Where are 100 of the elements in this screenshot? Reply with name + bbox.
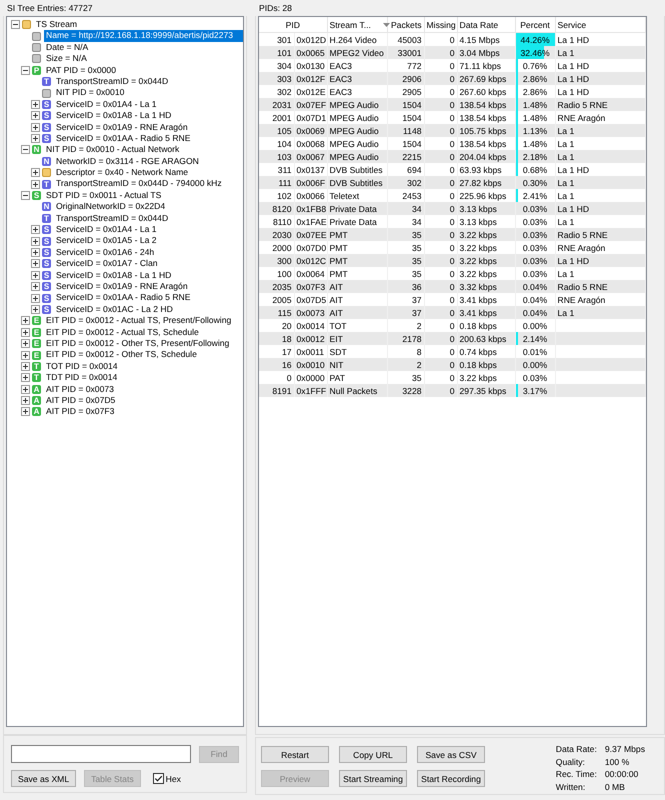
expand-toggle[interactable] <box>21 384 30 394</box>
tree-item[interactable]: Size = N/A <box>44 53 243 65</box>
action-button[interactable]: Save as XML <box>11 770 76 787</box>
table-cell: 3.22 kbps <box>457 228 516 241</box>
tree-item[interactable]: ServiceID = 0x01A9 - RNE Aragón <box>54 280 243 292</box>
tree-item[interactable]: OriginalNetworkID = 0x22D4 <box>54 201 243 213</box>
tree-item[interactable]: ServiceID = 0x01A9 - RNE Aragón <box>54 122 243 133</box>
action-button[interactable]: Save as CSV <box>417 746 485 763</box>
expand-toggle[interactable] <box>31 270 40 280</box>
expand-toggle[interactable] <box>31 294 40 303</box>
column-header[interactable]: Service <box>555 17 646 32</box>
letter-badge: E <box>32 350 41 360</box>
tree-item[interactable]: SDT PID = 0x0011 - Actual TS <box>44 190 243 202</box>
expand-toggle[interactable] <box>21 407 30 416</box>
tree-item[interactable]: ServiceID = 0x01A8 - La 1 HD <box>54 110 243 122</box>
expand-toggle[interactable] <box>21 362 30 371</box>
column-header[interactable]: Packets <box>387 17 424 32</box>
letter-badge: S <box>32 191 41 200</box>
tree-item[interactable]: ServiceID = 0x01A4 - La 1 <box>54 224 243 236</box>
expand-toggle[interactable] <box>21 316 30 326</box>
expand-toggle[interactable] <box>21 339 30 348</box>
stat-label: Data Rate: <box>556 744 597 756</box>
tree-item[interactable]: TransportStreamID = 0x044D - 794000 kHz <box>54 178 243 190</box>
tree-item[interactable]: ServiceID = 0x01A7 - Clan <box>54 258 243 270</box>
tree-item[interactable]: TOT PID = 0x0014 <box>44 360 243 372</box>
sort-arrow-icon <box>382 23 390 28</box>
table-cell: 0x07EE <box>294 228 328 241</box>
tree-item[interactable]: EIT PID = 0x0012 - Actual TS, Present/Following <box>44 315 243 327</box>
expand-toggle[interactable] <box>31 100 40 109</box>
table-cell: 3.22 kbps <box>457 254 516 267</box>
expand-toggle[interactable] <box>31 259 40 268</box>
table-cell: 0x012F <box>294 72 328 85</box>
tree-item[interactable]: NIT PID = 0x0010 - Actual Network <box>44 144 243 156</box>
stat-value: 00:00:00 <box>604 769 640 781</box>
tree-item[interactable]: ServiceID = 0x01AA - Radio 5 RNE <box>54 292 243 304</box>
percent-text: 0.04% <box>522 282 548 292</box>
tree-item[interactable]: TDT PID = 0x0014 <box>44 372 243 384</box>
expand-toggle[interactable] <box>21 396 30 406</box>
tree-item[interactable]: PAT PID = 0x0000 <box>44 64 243 76</box>
tree-item[interactable]: EIT PID = 0x0012 - Other TS, Present/Following <box>44 338 243 350</box>
tree-item[interactable]: TS Stream <box>34 19 243 30</box>
tree-item[interactable]: ServiceID = 0x01A4 - La 1 <box>54 98 243 110</box>
tree-item[interactable]: EIT PID = 0x0012 - Actual TS, Schedule <box>44 326 243 338</box>
table-cell: 0x006F <box>294 176 328 189</box>
expand-toggle[interactable] <box>31 248 40 257</box>
expand-toggle[interactable] <box>21 350 30 360</box>
table-cell: La 1 HD <box>555 202 646 215</box>
action-button[interactable]: Start Recording <box>417 770 485 787</box>
table-cell: 2215 <box>387 150 424 163</box>
table-cell: 0x1FB8 <box>294 202 328 215</box>
tree-item[interactable]: AIT PID = 0x07D5 <box>44 394 243 406</box>
tree-item[interactable]: TransportStreamID = 0x044D <box>54 76 243 88</box>
percent-text: 0.03% <box>522 230 548 240</box>
expand-toggle[interactable] <box>21 328 30 337</box>
search-field[interactable] <box>11 745 191 763</box>
tree-item[interactable]: ServiceID = 0x01AC - La 2 HD <box>54 304 243 316</box>
column-header[interactable]: Missing <box>424 17 458 32</box>
tree-item[interactable]: Date = N/A <box>44 42 243 54</box>
expand-toggle[interactable] <box>31 282 40 292</box>
tree-item[interactable]: ServiceID = 0x01AA - Radio 5 RNE <box>54 132 243 144</box>
expand-toggle[interactable] <box>31 304 40 314</box>
tree-item[interactable]: NIT PID = 0x0010 <box>54 87 243 99</box>
expand-toggle[interactable] <box>31 236 40 246</box>
table-cell: 115 <box>259 306 294 319</box>
expand-toggle[interactable] <box>31 180 40 189</box>
column-header[interactable]: Percent <box>515 17 556 32</box>
percent-text: 2.14% <box>522 334 548 344</box>
table-cell: 34 <box>387 202 424 215</box>
expand-toggle[interactable] <box>31 111 40 120</box>
tree-item[interactable]: AIT PID = 0x07F3 <box>44 406 243 418</box>
tree-item[interactable]: TransportStreamID = 0x044D <box>54 212 243 224</box>
table-cell: 33001 <box>387 46 424 59</box>
column-header[interactable]: Data Rate <box>457 17 516 32</box>
action-button[interactable]: Start Streaming <box>339 770 407 787</box>
column-header[interactable]: PID <box>259 17 328 32</box>
action-button[interactable]: Restart <box>261 746 329 763</box>
tree-item[interactable]: ServiceID = 0x01A8 - La 1 HD <box>54 270 243 281</box>
expand-toggle[interactable] <box>31 122 40 132</box>
tree-item[interactable]: AIT PID = 0x0073 <box>44 384 243 395</box>
tree-item[interactable]: Name = http://192.168.1.18:9999/abertis/pid2273 <box>44 30 243 42</box>
collapse-toggle[interactable] <box>21 191 30 200</box>
tree-item[interactable]: NetworkID = 0x3114 - RGE ARAGON <box>54 156 243 168</box>
action-button[interactable]: Copy URL <box>339 746 407 763</box>
expand-toggle[interactable] <box>31 134 40 144</box>
letter-badge: E <box>32 339 41 348</box>
hex-checkbox[interactable] <box>152 773 164 784</box>
letter-badge: S <box>42 270 51 280</box>
tree-item[interactable]: Descriptor = 0x40 - Network Name <box>54 167 243 178</box>
expand-toggle[interactable] <box>31 168 40 178</box>
expand-toggle[interactable] <box>31 225 40 234</box>
collapse-toggle[interactable] <box>11 20 20 30</box>
expand-toggle[interactable] <box>21 373 30 382</box>
collapse-toggle[interactable] <box>21 145 30 154</box>
letter-badge: T <box>32 373 41 382</box>
tree-item[interactable]: EIT PID = 0x0012 - Other TS, Schedule <box>44 349 243 361</box>
collapse-toggle[interactable] <box>21 66 30 75</box>
tree-item[interactable]: ServiceID = 0x01A5 - La 2 <box>54 235 243 247</box>
column-header[interactable]: Stream T... <box>327 17 388 32</box>
tree-item[interactable]: ServiceID = 0x01A6 - 24h <box>54 246 243 258</box>
table-cell: 0x0073 <box>294 306 328 319</box>
